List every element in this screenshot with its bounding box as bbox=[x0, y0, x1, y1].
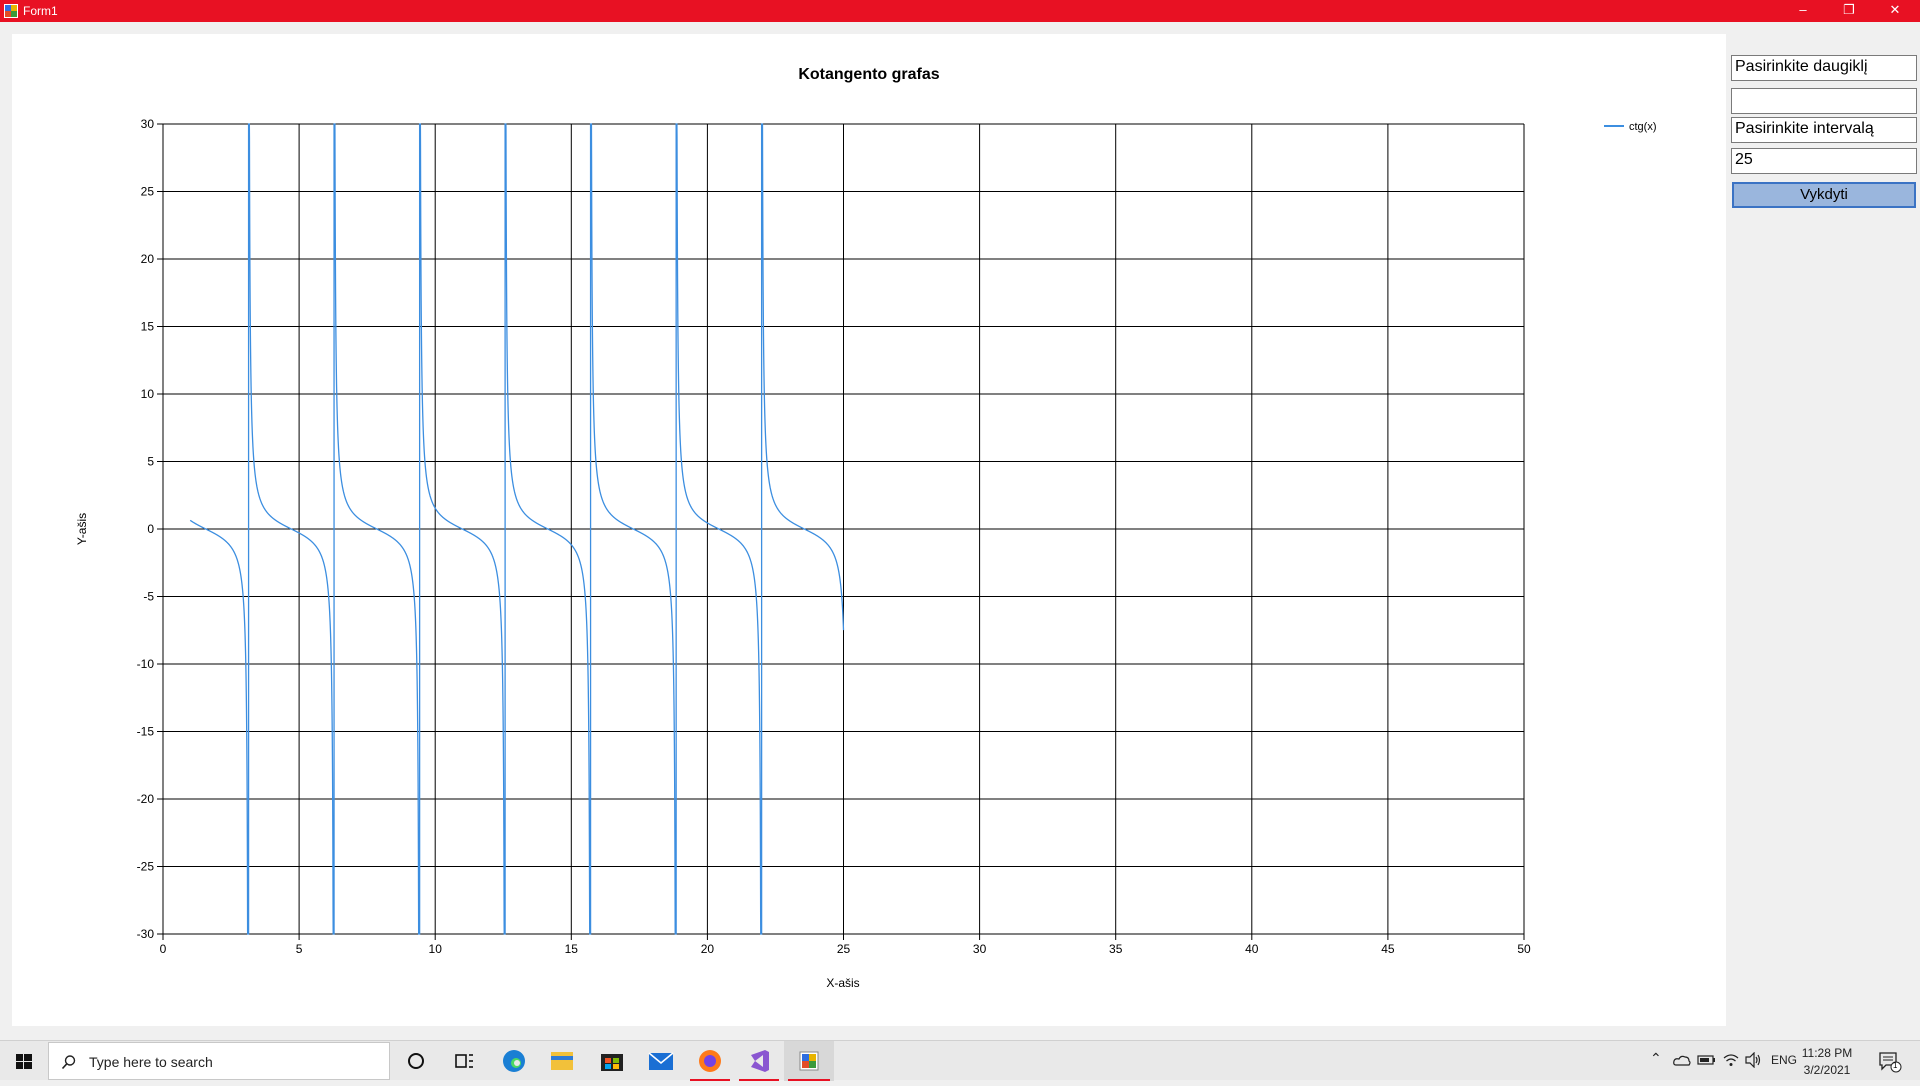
search-icon bbox=[61, 1055, 76, 1070]
x-axis-label: X-ašis bbox=[826, 976, 859, 990]
legend-label: ctg(x) bbox=[1629, 121, 1657, 133]
y-tick-label: -10 bbox=[137, 657, 155, 671]
file-explorer-icon[interactable] bbox=[538, 1041, 586, 1081]
volume-icon[interactable] bbox=[1745, 1052, 1763, 1068]
close-button[interactable]: ✕ bbox=[1872, 0, 1918, 22]
windows-start-icon[interactable] bbox=[0, 1041, 48, 1081]
visual-studio-icon[interactable] bbox=[735, 1041, 783, 1081]
chart-title: Kotangento grafas bbox=[798, 66, 939, 83]
clock-time: 11:28 PM bbox=[1801, 1046, 1853, 1060]
multiplier-input[interactable] bbox=[1731, 88, 1917, 114]
y-tick-label: -5 bbox=[143, 590, 154, 604]
firefox-icon[interactable] bbox=[686, 1041, 734, 1081]
x-tick-label: 0 bbox=[160, 942, 167, 956]
x-tick-label: 50 bbox=[1517, 942, 1531, 956]
run-button[interactable]: Vykdyti bbox=[1732, 182, 1916, 208]
x-tick-label: 45 bbox=[1381, 942, 1395, 956]
chart-legend: ctg(x) bbox=[1604, 121, 1657, 133]
restore-button[interactable]: ❐ bbox=[1826, 0, 1872, 22]
y-tick-label: 30 bbox=[141, 117, 155, 131]
y-tick-label: 5 bbox=[147, 455, 154, 469]
taskbar: Type here to search ⌃ ENG 11:28 PM 3/2/2… bbox=[0, 1040, 1920, 1081]
search-placeholder: Type here to search bbox=[89, 1054, 213, 1070]
chart-panel: Kotangento grafas 0 5 10 15 20 25 30 35 40 45 50 30… bbox=[12, 34, 1726, 1026]
notification-count: 1 bbox=[1893, 1061, 1898, 1070]
taskbar-clock[interactable]: 11:28 PM 3/2/2021 bbox=[1792, 1045, 1862, 1079]
minimize-button[interactable]: – bbox=[1780, 0, 1826, 22]
clock-date: 3/2/2021 bbox=[1803, 1063, 1851, 1077]
mail-icon[interactable] bbox=[637, 1041, 685, 1081]
x-tick-label: 15 bbox=[565, 942, 579, 956]
interval-input[interactable]: 25 bbox=[1731, 148, 1917, 174]
x-tick-label: 10 bbox=[429, 942, 443, 956]
y-tick-label: 20 bbox=[141, 252, 155, 266]
x-tick-label: 5 bbox=[296, 942, 303, 956]
taskbar-search-box[interactable]: Type here to search bbox=[48, 1042, 390, 1080]
x-tick-label: 40 bbox=[1245, 942, 1259, 956]
interval-label-field[interactable]: Pasirinkite intervalą bbox=[1731, 117, 1917, 143]
y-tick-label: 15 bbox=[141, 320, 155, 334]
multiplier-label-field[interactable]: Pasirinkite daugiklį bbox=[1731, 55, 1917, 81]
cotangent-chart: Kotangento grafas 0 5 10 15 20 25 30 35 40 45 5030… bbox=[75, 66, 1657, 990]
app-icon bbox=[4, 4, 18, 18]
y-tick-label: 10 bbox=[141, 387, 155, 401]
y-tick-label: -25 bbox=[137, 860, 155, 874]
x-tick-label: 35 bbox=[1109, 942, 1123, 956]
y-axis-label: Y-ašis bbox=[75, 513, 89, 545]
store-icon[interactable] bbox=[588, 1041, 636, 1081]
x-tick-label: 20 bbox=[701, 942, 715, 956]
x-tick-label: 25 bbox=[837, 942, 851, 956]
wifi-icon[interactable] bbox=[1723, 1052, 1739, 1068]
cortana-icon[interactable] bbox=[392, 1041, 440, 1081]
battery-icon[interactable] bbox=[1697, 1054, 1717, 1066]
y-tick-label: -20 bbox=[137, 792, 155, 806]
onedrive-icon[interactable] bbox=[1673, 1053, 1691, 1067]
y-tick-label: -30 bbox=[137, 927, 155, 941]
action-center-icon[interactable]: 1 bbox=[1878, 1051, 1902, 1073]
y-tick-label: 25 bbox=[141, 185, 155, 199]
window-title: Form1 bbox=[23, 4, 58, 18]
y-tick-label: -15 bbox=[137, 725, 155, 739]
window-title-bar: Form1 – ❐ ✕ bbox=[0, 0, 1920, 22]
task-view-icon[interactable] bbox=[440, 1041, 488, 1081]
y-tick-label: 0 bbox=[147, 522, 154, 536]
form-app-icon[interactable] bbox=[784, 1041, 834, 1081]
edge-icon[interactable] bbox=[490, 1041, 538, 1081]
show-hidden-icons-chevron-icon[interactable]: ⌃ bbox=[1650, 1050, 1662, 1067]
x-tick-label: 30 bbox=[973, 942, 987, 956]
